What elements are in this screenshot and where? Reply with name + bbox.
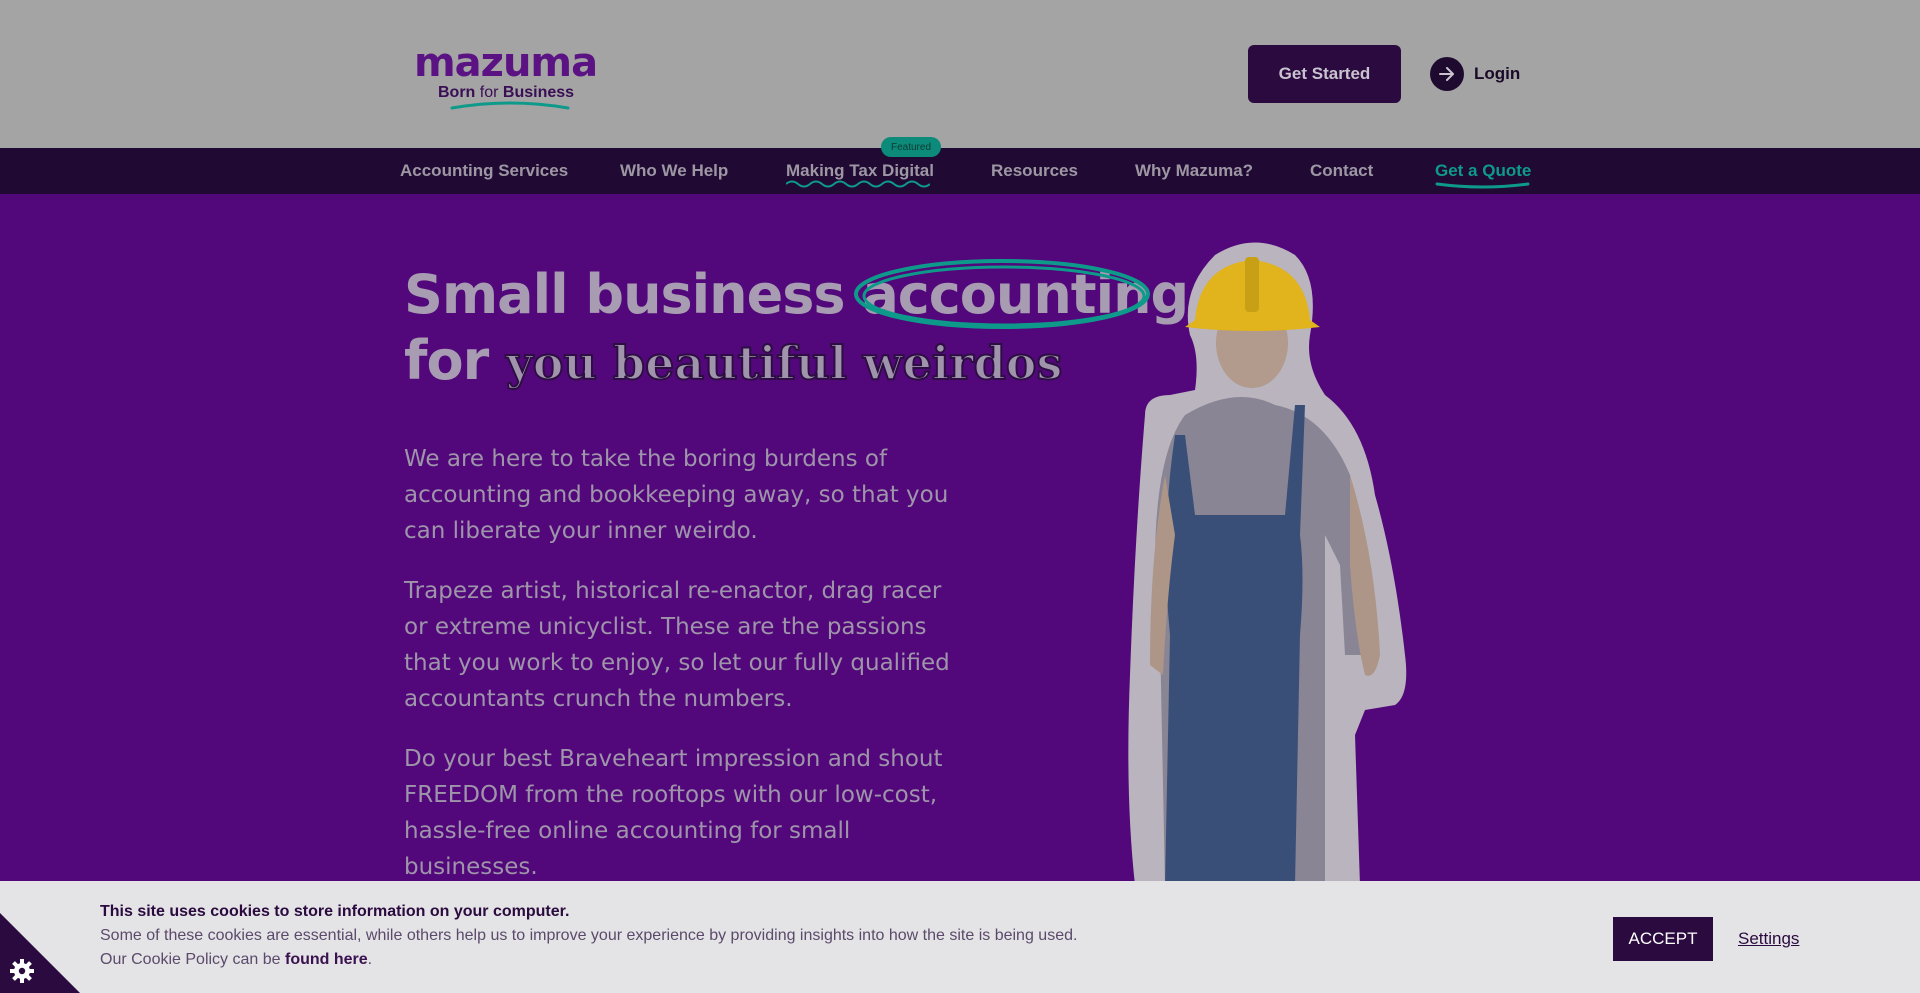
nav-item-who-we-help[interactable]: Who We Help xyxy=(620,148,728,194)
quote-underline-icon xyxy=(1435,182,1530,189)
cookie-settings-link[interactable]: Settings xyxy=(1738,929,1799,949)
headline-line2-prefix: for xyxy=(404,329,507,392)
cookie-settings-corner[interactable] xyxy=(0,913,80,993)
logo-tagline-born: Born xyxy=(438,84,476,101)
accept-cookies-button[interactable]: ACCEPT xyxy=(1613,917,1713,961)
mazuma-logo[interactable]: mazuma Born for Business xyxy=(414,40,604,110)
login-link[interactable]: Login xyxy=(1430,57,1520,91)
headline-line2: for you beautiful weirdos xyxy=(404,328,1188,396)
worker-illustration xyxy=(1128,242,1407,885)
logo-tagline-for: for xyxy=(479,84,499,101)
login-label: Login xyxy=(1474,64,1521,83)
hero-paragraph-3: Do your best Braveheart impression and s… xyxy=(404,746,943,880)
gear-icon xyxy=(10,959,34,983)
cookie-policy-text: Our Cookie Policy can be found here. xyxy=(100,951,372,969)
nav-item-contact[interactable]: Contact xyxy=(1310,148,1373,194)
cookie-policy-suffix: . xyxy=(367,951,373,968)
logo-wordmark: mazuma xyxy=(414,40,598,86)
squiggle-underline-icon xyxy=(786,180,930,188)
get-started-button[interactable]: Get Started xyxy=(1248,45,1401,103)
arrow-right-icon xyxy=(1430,57,1464,91)
cookie-description: Some of these cookies are essential, whi… xyxy=(100,927,1078,944)
logo-tagline-business: Business xyxy=(502,84,575,101)
cookie-banner: This site uses cookies to store informat… xyxy=(0,881,1920,993)
site-header: mazuma Born for Business Get Started Log… xyxy=(0,0,1920,148)
cookie-title: This site uses cookies to store informat… xyxy=(100,903,570,920)
cookie-policy-prefix: Our Cookie Policy can be xyxy=(100,951,285,968)
main-nav: Accounting Services Who We Help Making T… xyxy=(0,148,1920,194)
hero-paragraph-1: We are here to take the boring burdens o… xyxy=(404,446,949,544)
logo-swoosh-icon xyxy=(450,101,570,110)
featured-badge: Featured xyxy=(881,137,941,157)
nav-item-accounting-services[interactable]: Accounting Services xyxy=(400,148,568,194)
hand-drawn-circle-icon xyxy=(854,259,1151,329)
nav-item-why-mazuma[interactable]: Why Mazuma? xyxy=(1135,148,1253,194)
hero-paragraph-2: Trapeze artist, historical re-enactor, d… xyxy=(404,578,950,712)
headline-weirdos: you beautiful weirdos xyxy=(505,335,1063,391)
nav-item-resources[interactable]: Resources xyxy=(991,148,1078,194)
headline-part1: Small business xyxy=(404,263,863,326)
cookie-policy-link[interactable]: found here xyxy=(285,951,368,968)
hero-headline: Small business accounting for you beauti… xyxy=(404,259,1189,396)
